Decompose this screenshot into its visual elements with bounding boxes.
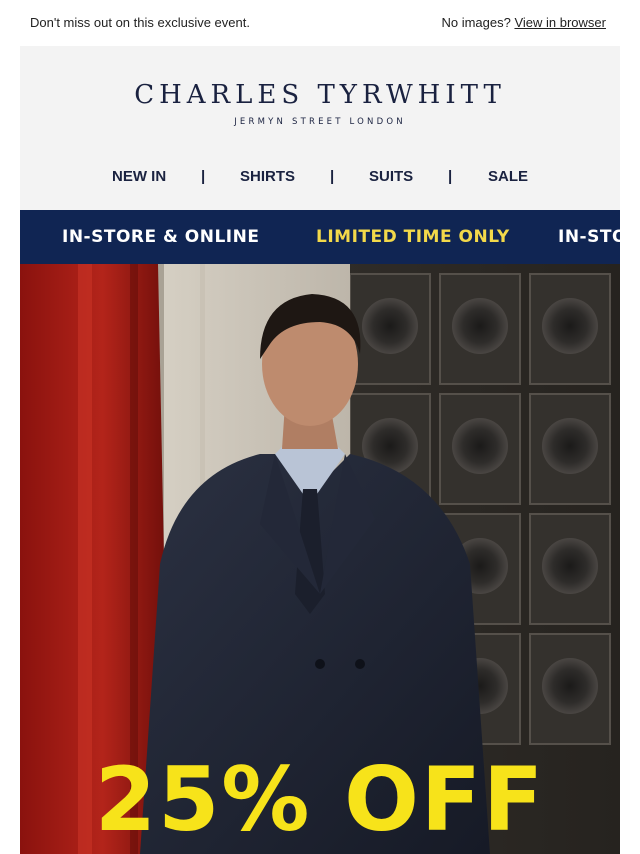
no-images-text: No images? (441, 15, 511, 30)
preheader: Don't miss out on this exclusive event. … (0, 0, 640, 46)
nav-separator: | (330, 168, 335, 185)
ticker-in-store: IN-STORE & ONLINE (62, 227, 260, 247)
nav-suits[interactable]: SUITS (369, 168, 413, 185)
ticker-limited-time: LIMITED TIME ONLY (316, 227, 510, 247)
ticker-in-store-repeat: IN-STO (558, 227, 620, 247)
nav-sale[interactable]: SALE (488, 168, 528, 185)
promo-ticker[interactable]: IN-STORE & ONLINE LIMITED TIME ONLY IN-S… (20, 210, 620, 264)
nav-separator: | (448, 168, 453, 185)
offer-headline: 25% OFF (94, 748, 546, 851)
nav-new-in[interactable]: NEW IN (112, 168, 166, 185)
brand-tagline: JERMYN STREET LONDON (234, 117, 406, 127)
preheader-text: Don't miss out on this exclusive event. (30, 15, 250, 30)
nav-shirts[interactable]: SHIRTS (240, 168, 295, 185)
brand-logo[interactable]: CHARLES TYRWHITT JERMYN STREET LONDON (20, 80, 620, 128)
hero-banner[interactable]: 25% OFF (20, 264, 620, 854)
preheader-right: No images? View in browser (441, 15, 606, 30)
brand-name: CHARLES TYRWHITT (134, 80, 506, 110)
email-header: CHARLES TYRWHITT JERMYN STREET LONDON NE… (20, 46, 620, 210)
nav-separator: | (201, 168, 206, 185)
view-in-browser-link[interactable]: View in browser (514, 15, 606, 30)
nav-bar: NEW IN | SHIRTS | SUITS | SALE (20, 168, 620, 188)
